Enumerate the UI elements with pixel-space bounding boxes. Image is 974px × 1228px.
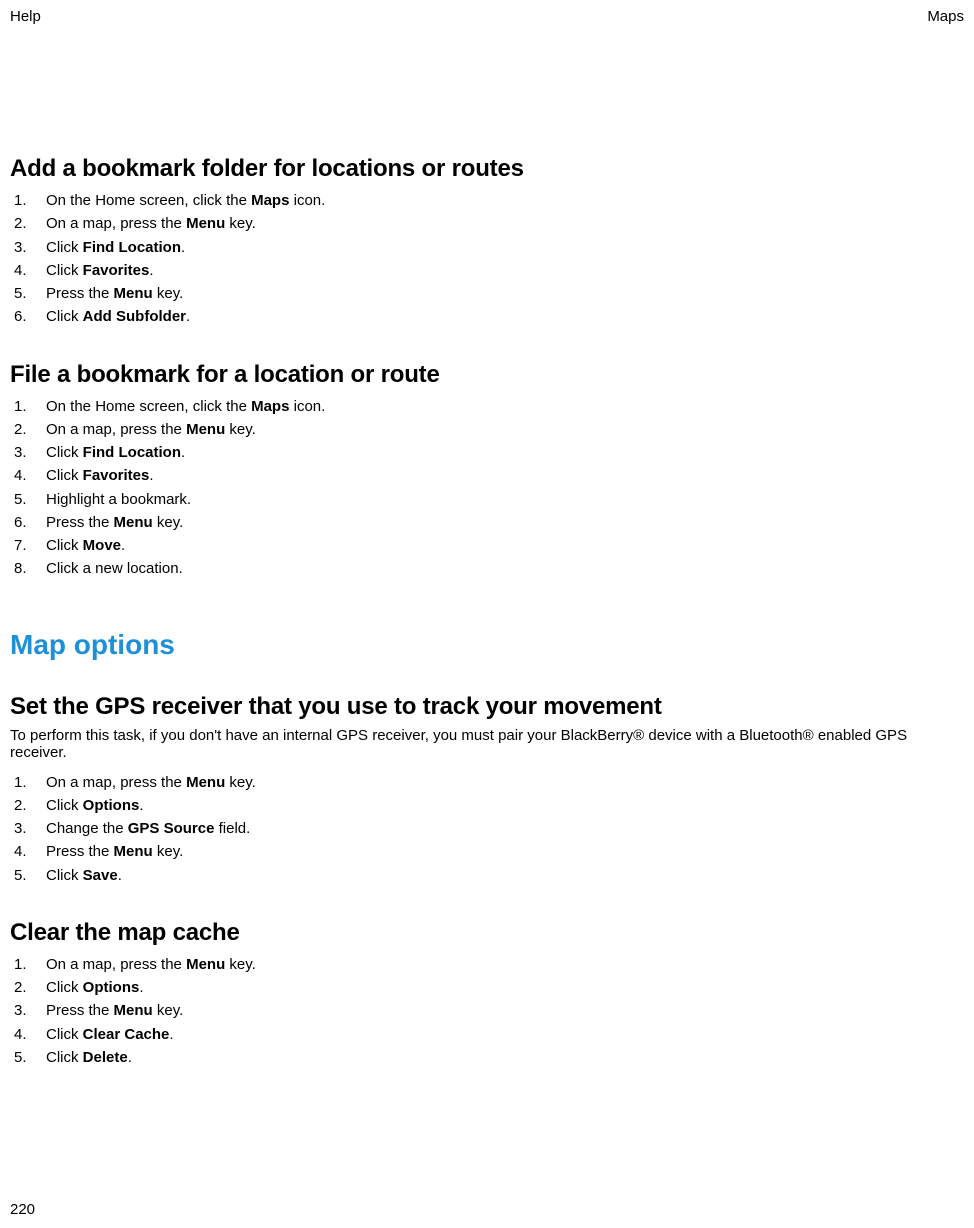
list-item: Click Add Subfolder.: [10, 305, 964, 328]
list-item: Click a new location.: [10, 557, 964, 580]
list-item: On a map, press the Menu key.: [10, 418, 964, 441]
list-item: Press the Menu key.: [10, 840, 964, 863]
list-item: On a map, press the Menu key.: [10, 953, 964, 976]
page-content: Add a bookmark folder for locations or r…: [10, 25, 964, 1069]
list-item: Click Favorites.: [10, 464, 964, 487]
steps-file-bookmark: On the Home screen, click the Maps icon.…: [10, 395, 964, 581]
header-left: Help: [10, 8, 41, 25]
list-item: Click Move.: [10, 534, 964, 557]
list-item: Press the Menu key.: [10, 999, 964, 1022]
list-item: Click Save.: [10, 864, 964, 887]
list-item: On the Home screen, click the Maps icon.: [10, 395, 964, 418]
page-number: 220: [10, 1201, 35, 1218]
section-title-file-bookmark: File a bookmark for a location or route: [10, 361, 964, 389]
steps-add-bookmark-folder: On the Home screen, click the Maps icon.…: [10, 189, 964, 329]
section-title-clear-cache: Clear the map cache: [10, 919, 964, 947]
intro-set-gps: To perform this task, if you don't have …: [10, 727, 964, 761]
steps-clear-cache: On a map, press the Menu key. Click Opti…: [10, 953, 964, 1069]
list-item: Click Find Location.: [10, 441, 964, 464]
list-item: Press the Menu key.: [10, 511, 964, 534]
list-item: Click Options.: [10, 976, 964, 999]
section-title-add-bookmark-folder: Add a bookmark folder for locations or r…: [10, 155, 964, 183]
list-item: Change the GPS Source field.: [10, 817, 964, 840]
list-item: On a map, press the Menu key.: [10, 212, 964, 235]
section-title-set-gps: Set the GPS receiver that you use to tra…: [10, 693, 964, 721]
list-item: Click Options.: [10, 794, 964, 817]
chapter-title-map-options: Map options: [10, 629, 964, 661]
header-right: Maps: [927, 8, 964, 25]
list-item: On a map, press the Menu key.: [10, 771, 964, 794]
list-item: Press the Menu key.: [10, 282, 964, 305]
list-item: Click Delete.: [10, 1046, 964, 1069]
list-item: Click Find Location.: [10, 236, 964, 259]
list-item: Click Favorites.: [10, 259, 964, 282]
steps-set-gps: On a map, press the Menu key. Click Opti…: [10, 771, 964, 887]
page-header: Help Maps: [10, 0, 964, 25]
list-item: Click Clear Cache.: [10, 1023, 964, 1046]
list-item: Highlight a bookmark.: [10, 488, 964, 511]
list-item: On the Home screen, click the Maps icon.: [10, 189, 964, 212]
